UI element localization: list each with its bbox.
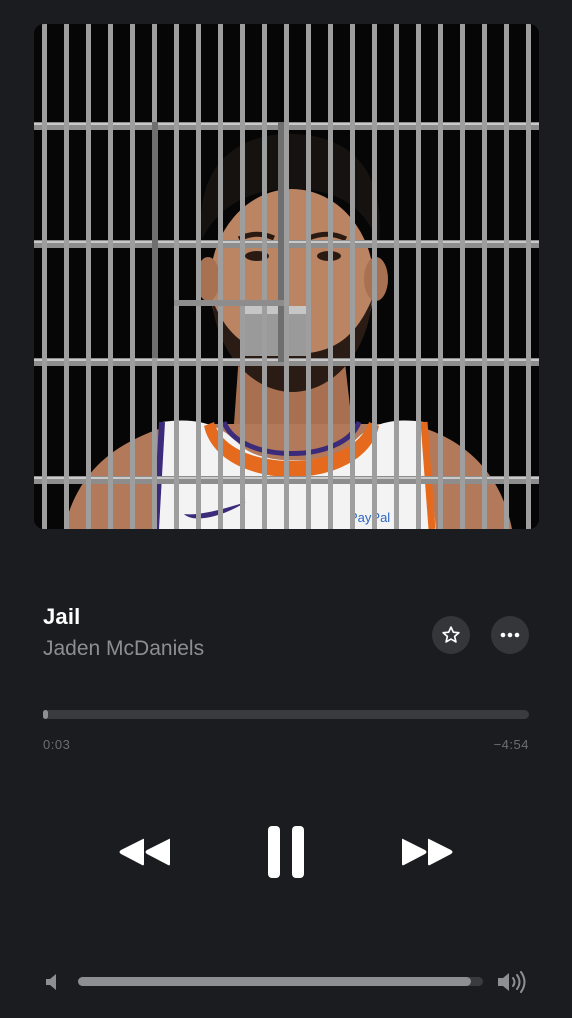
album-artwork-image: PayPal: [34, 24, 539, 529]
volume-low-icon: [46, 974, 56, 990]
volume-high-icon: [498, 971, 526, 993]
remaining-time: −4:54: [493, 737, 529, 752]
track-title: Jail: [43, 604, 81, 629]
jersey-sponsor-text: PayPal: [349, 510, 390, 525]
more-options-button[interactable]: [491, 616, 529, 654]
track-artist[interactable]: Jaden McDaniels: [43, 637, 204, 661]
ellipsis-icon: [500, 632, 520, 638]
pause-button[interactable]: [258, 820, 314, 884]
pause-icon: [268, 826, 304, 878]
elapsed-time: 0:03: [43, 737, 71, 752]
star-icon: [442, 626, 460, 643]
album-artwork: PayPal: [34, 24, 539, 529]
favorite-button[interactable]: [432, 616, 470, 654]
track-info: Jail Jaden McDaniels: [43, 604, 204, 661]
fast-forward-icon: [402, 838, 453, 866]
playback-progress-bar[interactable]: [43, 710, 529, 719]
rewind-icon: [119, 838, 170, 866]
playback-progress-fill: [43, 710, 48, 719]
fast-forward-button[interactable]: [396, 830, 460, 874]
volume-slider-fill: [78, 977, 471, 986]
rewind-button[interactable]: [112, 830, 176, 874]
volume-slider[interactable]: [78, 977, 483, 986]
